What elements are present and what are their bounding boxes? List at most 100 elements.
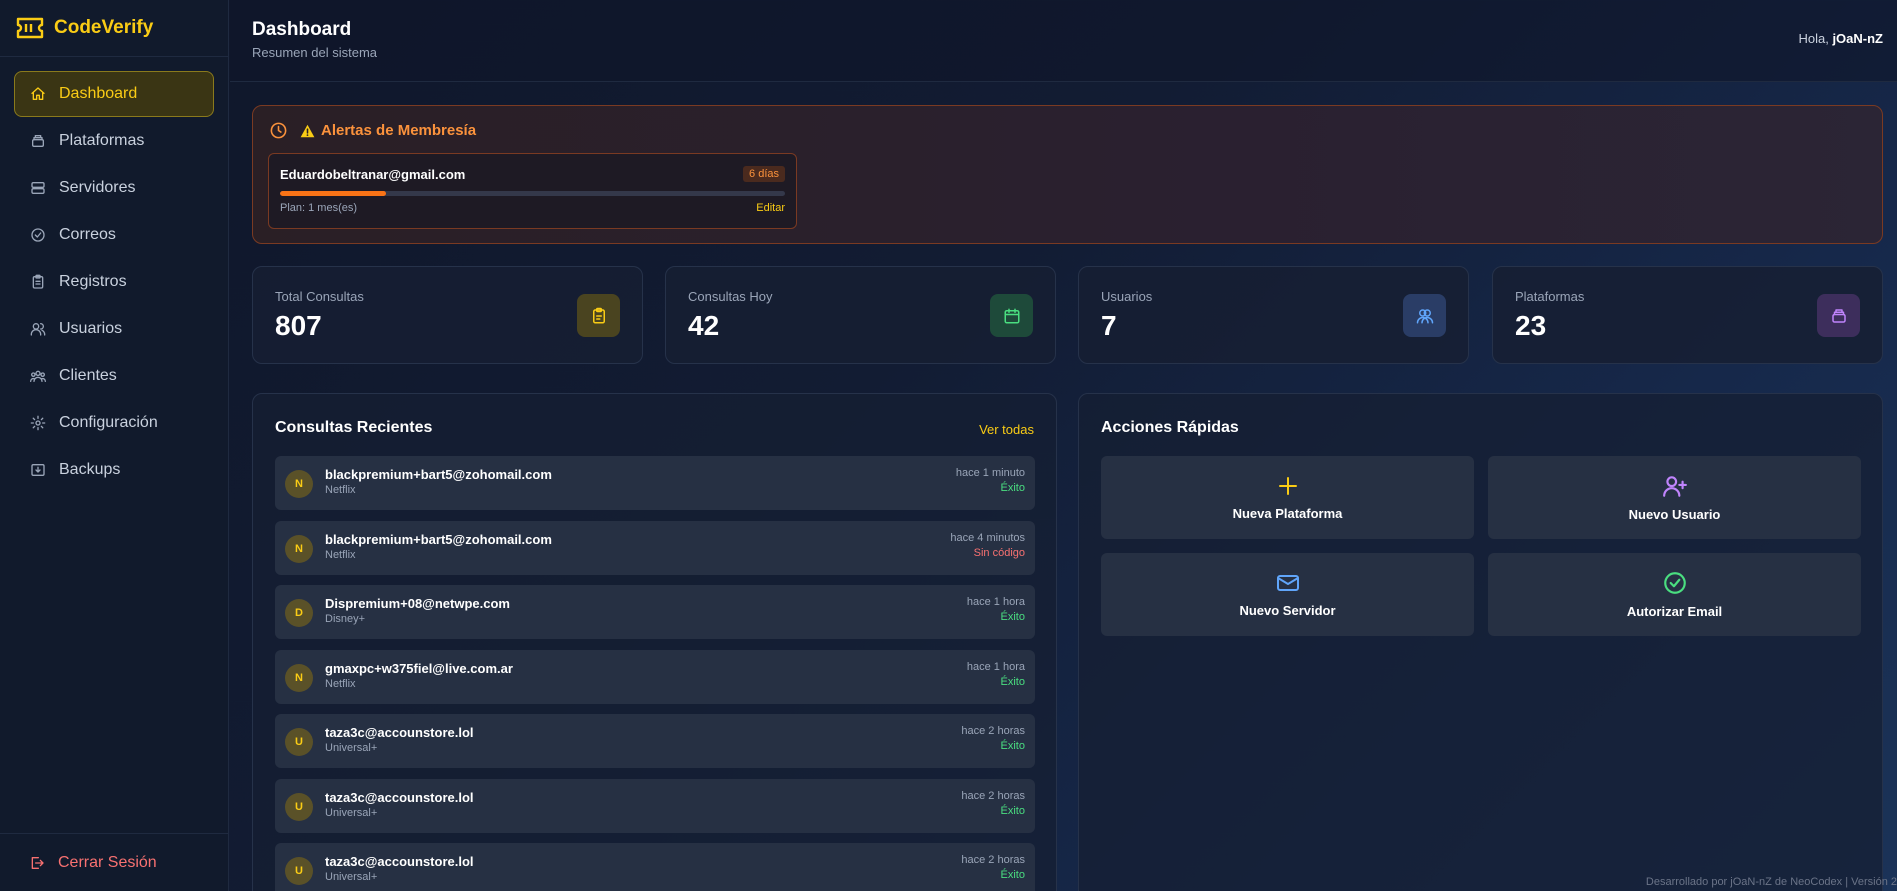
query-email: gmaxpc+w375fiel@live.com.ar [325, 661, 513, 676]
query-row[interactable]: N gmaxpc+w375fiel@live.com.ar Netflix ha… [275, 650, 1035, 704]
membership-alerts: Alertas de Membresía Eduardobeltranar@gm… [252, 105, 1883, 244]
avatar: D [285, 599, 313, 627]
query-email: taza3c@accounstore.lol [325, 854, 474, 869]
username: jOaN-nZ [1832, 31, 1883, 46]
query-row[interactable]: D Dispremium+08@netwpe.com Disney+ hace … [275, 585, 1035, 639]
top-header: Dashboard Resumen del sistema Hola, jOaN… [230, 0, 1897, 82]
sidebar-item-plataformas[interactable]: Plataformas [14, 118, 214, 164]
sidebar-item-label: Usuarios [59, 320, 123, 337]
download-icon [30, 462, 46, 478]
query-time: hace 1 minuto [955, 467, 1025, 479]
sidebar-item-backups[interactable]: Backups [14, 447, 214, 493]
stat-card-total-consultas: Total Consultas 807 [252, 266, 643, 364]
days-badge: 6 días [743, 166, 785, 182]
query-status: Sin código [973, 547, 1025, 559]
avatar: U [285, 728, 313, 756]
new-user-button[interactable]: Nuevo Usuario [1488, 456, 1861, 539]
group-icon [30, 368, 46, 384]
query-email: taza3c@accounstore.lol [325, 790, 474, 805]
calendar-icon [990, 294, 1033, 337]
footer-credit: Desarrollado por jOaN-nZ de NeoCodex | V… [1645, 876, 1897, 888]
sidebar-item-configuracion[interactable]: Configuración [14, 400, 214, 446]
sidebar-item-correos[interactable]: Correos [14, 212, 214, 258]
logout-label: Cerrar Sesión [58, 853, 157, 871]
sidebar-item-label: Configuración [59, 414, 158, 431]
authorize-email-button[interactable]: Autorizar Email [1488, 553, 1861, 636]
stat-label: Plataformas [1515, 289, 1585, 304]
plus-icon [1276, 474, 1300, 498]
recent-queries-panel: Consultas Recientes Ver todas N blackpre… [252, 393, 1057, 891]
see-all-link[interactable]: Ver todas [979, 422, 1034, 437]
query-time: hace 1 hora [966, 596, 1025, 608]
sidebar-item-servidores[interactable]: Servidores [14, 165, 214, 211]
sidebar-item-label: Dashboard [59, 85, 138, 102]
query-platform: Netflix [325, 549, 356, 561]
stat-label: Usuarios [1101, 289, 1153, 304]
quick-action-label: Autorizar Email [1626, 604, 1723, 619]
stat-value: 807 [275, 310, 322, 341]
sidebar-item-label: Plataformas [59, 132, 145, 149]
query-time: hace 2 horas [961, 725, 1025, 737]
brand-name: CodeVerify [54, 17, 154, 38]
alerts-title-text: Alertas de Membresía [321, 122, 477, 139]
check-circle-icon [1662, 570, 1688, 596]
stat-value: 23 [1515, 310, 1547, 341]
avatar: N [285, 535, 313, 563]
user-greeting[interactable]: Hola, jOaN-nZ [1798, 31, 1883, 46]
query-row[interactable]: U taza3c@accounstore.lol Universal+ hace… [275, 714, 1035, 768]
query-email: blackpremium+bart5@zohomail.com [325, 532, 552, 547]
query-platform: Disney+ [325, 613, 366, 625]
quick-action-label: Nueva Plataforma [1232, 506, 1343, 521]
sidebar-item-label: Correos [59, 226, 116, 243]
stat-label: Consultas Hoy [688, 289, 773, 304]
query-platform: Universal+ [325, 742, 378, 754]
query-time: hace 2 horas [961, 854, 1025, 866]
sidebar-item-registros[interactable]: Registros [14, 259, 214, 305]
sidebar-item-label: Registros [59, 273, 127, 290]
clipboard-icon [30, 274, 46, 290]
query-status: Éxito [1000, 740, 1025, 752]
sidebar-item-clientes[interactable]: Clientes [14, 353, 214, 399]
layers-icon [30, 133, 46, 149]
logout-button[interactable]: Cerrar Sesión [0, 833, 229, 891]
query-status: Éxito [1000, 611, 1025, 623]
clock-icon [269, 121, 288, 140]
quick-action-label: Nuevo Usuario [1628, 507, 1721, 522]
brand[interactable]: CodeVerify [0, 0, 228, 57]
query-platform: Universal+ [325, 807, 378, 819]
query-row[interactable]: N blackpremium+bart5@zohomail.com Netfli… [275, 456, 1035, 510]
stat-value: 42 [688, 310, 720, 341]
gear-icon [30, 415, 46, 431]
ticket-icon [16, 17, 44, 39]
new-platform-button[interactable]: Nueva Plataforma [1101, 456, 1474, 539]
check-circle-icon [30, 227, 46, 243]
mail-icon [1275, 571, 1301, 595]
quick-actions-panel: Acciones Rápidas Nueva Plataforma Nuevo … [1078, 393, 1883, 891]
membership-progress [280, 191, 785, 196]
query-email: taza3c@accounstore.lol [325, 725, 474, 740]
sidebar: CodeVerify Dashboard Plataformas Servido… [0, 0, 229, 891]
query-email: blackpremium+bart5@zohomail.com [325, 467, 552, 482]
panel-title: Acciones Rápidas [1101, 419, 1239, 436]
query-row[interactable]: N blackpremium+bart5@zohomail.com Netfli… [275, 521, 1035, 575]
sidebar-item-dashboard[interactable]: Dashboard [14, 71, 214, 117]
clipboard-icon [577, 294, 620, 337]
layers-icon [1817, 294, 1860, 337]
sidebar-item-label: Backups [59, 461, 121, 478]
stat-card-consultas-hoy: Consultas Hoy 42 [665, 266, 1056, 364]
avatar: U [285, 793, 313, 821]
avatar: N [285, 470, 313, 498]
new-server-button[interactable]: Nuevo Servidor [1101, 553, 1474, 636]
sidebar-item-label: Clientes [59, 367, 117, 384]
stat-label: Total Consultas [275, 289, 364, 304]
query-row[interactable]: U taza3c@accounstore.lol Universal+ hace… [275, 843, 1035, 891]
server-icon [30, 180, 46, 196]
page-subtitle: Resumen del sistema [252, 45, 377, 60]
stat-card-usuarios: Usuarios 7 [1078, 266, 1469, 364]
sidebar-nav: Dashboard Plataformas Servidores Correos… [0, 57, 228, 493]
query-row[interactable]: U taza3c@accounstore.lol Universal+ hace… [275, 779, 1035, 833]
edit-link[interactable]: Editar [756, 202, 785, 214]
query-status: Éxito [1000, 482, 1025, 494]
sidebar-item-usuarios[interactable]: Usuarios [14, 306, 214, 352]
alert-plan: Plan: 1 mes(es) [280, 202, 358, 214]
